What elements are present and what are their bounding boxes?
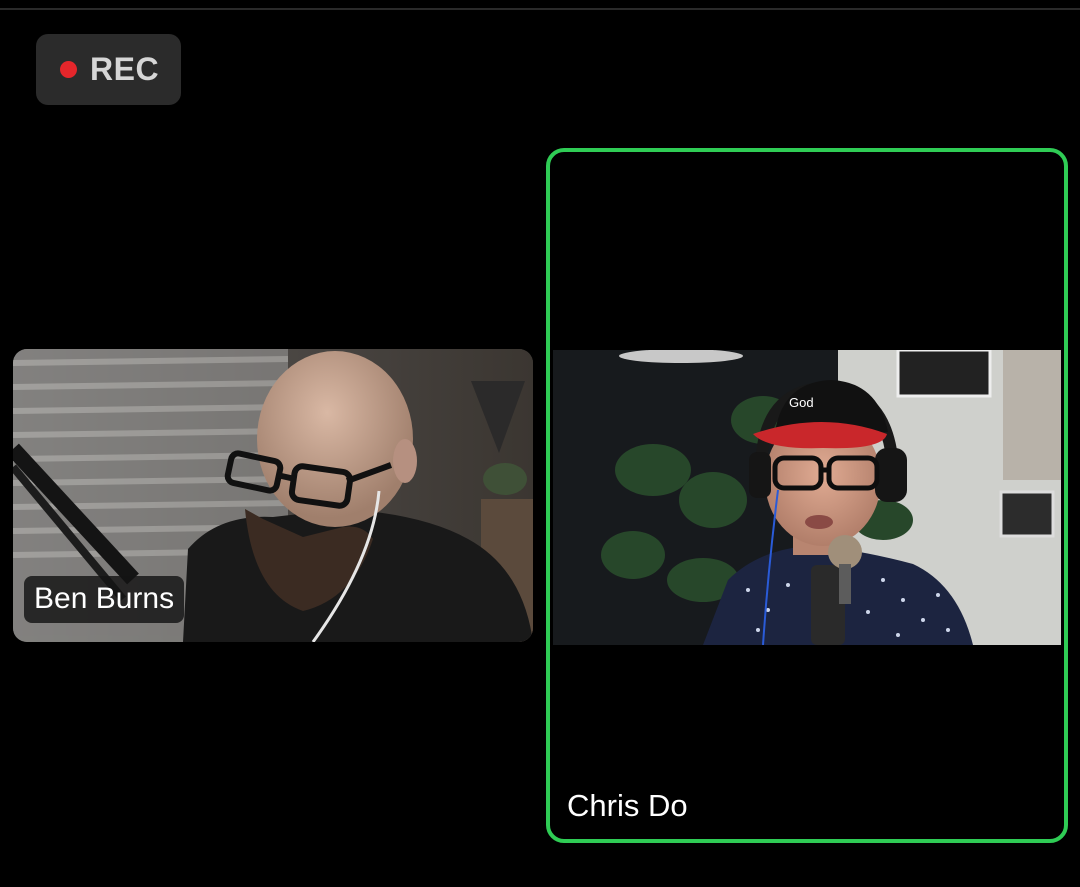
participant-name-label: Chris Do	[567, 788, 688, 823]
video-call-screen: REC Ben Burns God Chris Do	[0, 0, 1080, 887]
participant-tile-ben-burns[interactable]: Ben Burns	[13, 349, 533, 642]
record-dot-icon	[60, 61, 77, 78]
svg-text:God: God	[789, 395, 814, 410]
participant-tile-chris-do[interactable]: God Chris Do	[546, 148, 1068, 843]
top-divider	[0, 8, 1080, 10]
recording-label: REC	[90, 51, 160, 87]
recording-indicator[interactable]: REC	[36, 34, 181, 105]
chris-do-video-feed: God	[553, 350, 1061, 645]
chris-do-video-container: God	[553, 350, 1061, 645]
participant-name-label: Ben Burns	[24, 576, 185, 623]
